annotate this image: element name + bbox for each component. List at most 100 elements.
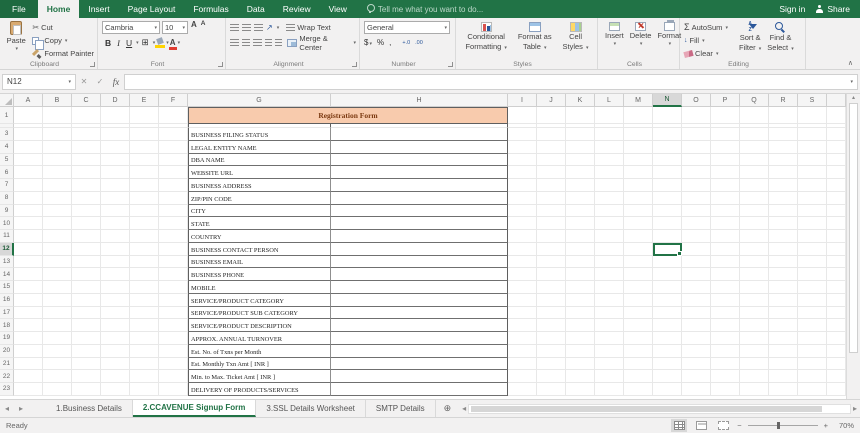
cell-F17[interactable] bbox=[159, 307, 188, 320]
cell-P7[interactable] bbox=[711, 179, 740, 192]
cell-G3[interactable]: BUSINESS FILING STATUS bbox=[188, 128, 331, 141]
cell-Q21[interactable] bbox=[740, 358, 769, 371]
cell-C20[interactable] bbox=[72, 345, 101, 358]
cell-L8[interactable] bbox=[595, 192, 624, 205]
cell-D9[interactable] bbox=[101, 205, 130, 218]
cell-H8[interactable] bbox=[331, 192, 508, 205]
share-button[interactable]: Share bbox=[815, 4, 850, 14]
cell-A20[interactable] bbox=[14, 345, 43, 358]
cell-G8[interactable]: ZIP/PIN CODE bbox=[188, 192, 331, 205]
cell-A6[interactable] bbox=[14, 166, 43, 179]
cell-R10[interactable] bbox=[769, 217, 798, 230]
horizontal-scrollbar[interactable]: ◂ ▸ bbox=[459, 400, 860, 417]
cell-P10[interactable] bbox=[711, 217, 740, 230]
cell-N3[interactable] bbox=[653, 128, 682, 141]
cell-M3[interactable] bbox=[624, 128, 653, 141]
row-header-12[interactable]: 12 bbox=[0, 243, 14, 256]
cell-B17[interactable] bbox=[43, 307, 72, 320]
cell-H19[interactable] bbox=[331, 332, 508, 345]
cell-N22[interactable] bbox=[653, 370, 682, 383]
cell-R19[interactable] bbox=[769, 332, 798, 345]
cell-R13[interactable] bbox=[769, 256, 798, 269]
cell-N19[interactable] bbox=[653, 332, 682, 345]
cell-A9[interactable] bbox=[14, 205, 43, 218]
cell-O12[interactable] bbox=[682, 243, 711, 256]
cell-R22[interactable] bbox=[769, 370, 798, 383]
cell-M16[interactable] bbox=[624, 294, 653, 307]
delete-cells-button[interactable]: Delete ▾ bbox=[627, 21, 655, 48]
cell-J16[interactable] bbox=[537, 294, 566, 307]
alignment-dialog-launcher[interactable] bbox=[352, 62, 357, 67]
cell-K11[interactable] bbox=[566, 230, 595, 243]
cell-C1[interactable] bbox=[72, 107, 101, 124]
cell-E3[interactable] bbox=[130, 128, 159, 141]
cell-D15[interactable] bbox=[101, 281, 130, 294]
cell-R7[interactable] bbox=[769, 179, 798, 192]
cell-H11[interactable] bbox=[331, 230, 508, 243]
cell-P14[interactable] bbox=[711, 268, 740, 281]
cell-D8[interactable] bbox=[101, 192, 130, 205]
cell-M23[interactable] bbox=[624, 383, 653, 396]
cell-G10[interactable]: STATE bbox=[188, 217, 331, 230]
cell-Q15[interactable] bbox=[740, 281, 769, 294]
row-header-21[interactable]: 21 bbox=[0, 358, 14, 371]
cell-x11[interactable] bbox=[827, 230, 846, 243]
hscroll-right-icon[interactable]: ▸ bbox=[853, 404, 857, 413]
cell-x10[interactable] bbox=[827, 217, 846, 230]
align-center-icon[interactable] bbox=[242, 39, 251, 46]
cell-x15[interactable] bbox=[827, 281, 846, 294]
cell-F15[interactable] bbox=[159, 281, 188, 294]
autosum-button[interactable]: Σ AutoSum ▾ bbox=[684, 21, 736, 34]
cell-D19[interactable] bbox=[101, 332, 130, 345]
cell-M17[interactable] bbox=[624, 307, 653, 320]
row-header-20[interactable]: 20 bbox=[0, 345, 14, 358]
font-size-combo[interactable]: 10 ▾ bbox=[162, 21, 188, 34]
cell-K15[interactable] bbox=[566, 281, 595, 294]
cell-I22[interactable] bbox=[508, 370, 537, 383]
cell-C13[interactable] bbox=[72, 256, 101, 269]
cell-G17[interactable]: SERVICE/PRODUCT SUB CATEGORY bbox=[188, 307, 331, 320]
cell-F7[interactable] bbox=[159, 179, 188, 192]
cell-K17[interactable] bbox=[566, 307, 595, 320]
fill-button[interactable]: ↓ Fill ▾ bbox=[684, 34, 736, 47]
cell-I17[interactable] bbox=[508, 307, 537, 320]
cell-J1[interactable] bbox=[537, 107, 566, 124]
page-break-view-button[interactable] bbox=[715, 419, 731, 432]
cell-S4[interactable] bbox=[798, 141, 827, 154]
cell-M14[interactable] bbox=[624, 268, 653, 281]
cell-I16[interactable] bbox=[508, 294, 537, 307]
cell-x17[interactable] bbox=[827, 307, 846, 320]
cell-P11[interactable] bbox=[711, 230, 740, 243]
column-header-A[interactable]: A bbox=[14, 94, 43, 107]
cell-G7[interactable]: BUSINESS ADDRESS bbox=[188, 179, 331, 192]
cell-I15[interactable] bbox=[508, 281, 537, 294]
normal-view-button[interactable] bbox=[671, 419, 687, 432]
scroll-up-icon[interactable]: ▴ bbox=[852, 95, 855, 101]
cell-M15[interactable] bbox=[624, 281, 653, 294]
cell-N14[interactable] bbox=[653, 268, 682, 281]
cell-M11[interactable] bbox=[624, 230, 653, 243]
increase-decimal-button[interactable]: +.0 bbox=[402, 40, 410, 46]
cell-C16[interactable] bbox=[72, 294, 101, 307]
cell-x14[interactable] bbox=[827, 268, 846, 281]
cell-O5[interactable] bbox=[682, 154, 711, 167]
cell-I23[interactable] bbox=[508, 383, 537, 396]
cell-B8[interactable] bbox=[43, 192, 72, 205]
shrink-font-button[interactable]: A bbox=[200, 21, 207, 34]
cell-M7[interactable] bbox=[624, 179, 653, 192]
cell-B20[interactable] bbox=[43, 345, 72, 358]
cell-P3[interactable] bbox=[711, 128, 740, 141]
cell-C3[interactable] bbox=[72, 128, 101, 141]
row-header-18[interactable]: 18 bbox=[0, 319, 14, 332]
cell-O15[interactable] bbox=[682, 281, 711, 294]
hscroll-track[interactable] bbox=[468, 404, 851, 414]
tab-formulas[interactable]: Formulas bbox=[184, 0, 237, 18]
cell-E22[interactable] bbox=[130, 370, 159, 383]
cell-B15[interactable] bbox=[43, 281, 72, 294]
cell-B19[interactable] bbox=[43, 332, 72, 345]
cell-x4[interactable] bbox=[827, 141, 846, 154]
cell-E9[interactable] bbox=[130, 205, 159, 218]
cell-F22[interactable] bbox=[159, 370, 188, 383]
cell-A17[interactable] bbox=[14, 307, 43, 320]
cell-B16[interactable] bbox=[43, 294, 72, 307]
